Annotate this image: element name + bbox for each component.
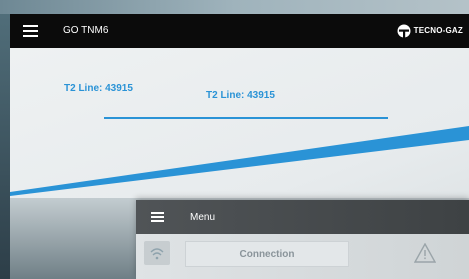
brand-text: TECNO-GAZ: [413, 26, 463, 35]
app-title: GO TNM6: [63, 25, 109, 36]
connection-button[interactable]: Connection: [185, 241, 349, 267]
background-top-strip: [0, 0, 469, 14]
hamburger-menu-icon[interactable]: [23, 25, 38, 37]
t2-line-label: T2 Line: 43915: [206, 90, 275, 101]
menu-header: Menu: [136, 200, 469, 234]
divider-line: [104, 117, 388, 119]
warning-icon: [414, 243, 436, 263]
app-header: GO TNM6 TECNO-GAZ: [10, 14, 469, 48]
menu-hamburger-icon[interactable]: [151, 212, 164, 222]
menu-title: Menu: [190, 212, 216, 223]
menu-body: Connection: [136, 234, 469, 279]
wifi-icon: [144, 241, 170, 265]
background-window: [0, 0, 10, 279]
brand-logo: TECNO-GAZ: [397, 22, 463, 40]
brand-mark-icon: [397, 24, 411, 38]
menu-panel: Menu Connection: [136, 200, 469, 279]
t2-line-label: T2 Line: 43915: [64, 83, 133, 94]
